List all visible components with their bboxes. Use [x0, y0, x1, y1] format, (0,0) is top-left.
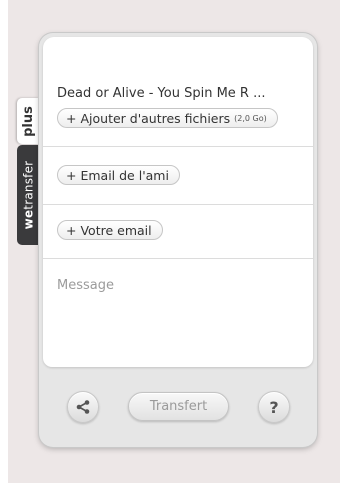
wetransfer-logo-rest: transfer [21, 160, 35, 210]
message-field[interactable]: Message [57, 278, 114, 293]
files-section: Dead or Alive - You Spin Me R ... + Ajou… [43, 37, 313, 147]
tab-wetransfer[interactable]: wetransfer [17, 145, 39, 245]
add-files-button[interactable]: + Ajouter d'autres fichiers (2,0 Go) [57, 108, 278, 128]
tab-plus[interactable]: plus [17, 98, 39, 144]
transfer-form: Dead or Alive - You Spin Me R ... + Ajou… [43, 37, 313, 367]
friend-email-button[interactable]: + Email de l'ami [57, 165, 180, 185]
plus-icon: + [66, 167, 77, 183]
friend-email-section: + Email de l'ami [43, 147, 313, 205]
plus-icon: + [66, 110, 77, 126]
share-icon [76, 400, 90, 414]
transfer-panel: Dead or Alive - You Spin Me R ... + Ajou… [39, 33, 317, 447]
tab-plus-label: plus [20, 105, 36, 137]
help-icon: ? [269, 397, 279, 417]
add-files-label: Ajouter d'autres fichiers [80, 110, 231, 126]
your-email-section: + Votre email [43, 205, 313, 259]
transfer-button[interactable]: Transfert [128, 392, 229, 421]
friend-email-label: Email de l'ami [80, 167, 169, 183]
your-email-button[interactable]: + Votre email [57, 220, 163, 240]
add-files-limit: (2,0 Go) [234, 113, 267, 123]
file-name: Dead or Alive - You Spin Me R ... [57, 86, 266, 101]
wetransfer-logo: wetransfer [21, 161, 35, 230]
plus-icon: + [66, 222, 77, 238]
share-button[interactable] [67, 391, 99, 423]
wetransfer-logo-bold: we [21, 209, 35, 230]
help-button[interactable]: ? [258, 391, 290, 423]
your-email-label: Votre email [80, 222, 152, 238]
